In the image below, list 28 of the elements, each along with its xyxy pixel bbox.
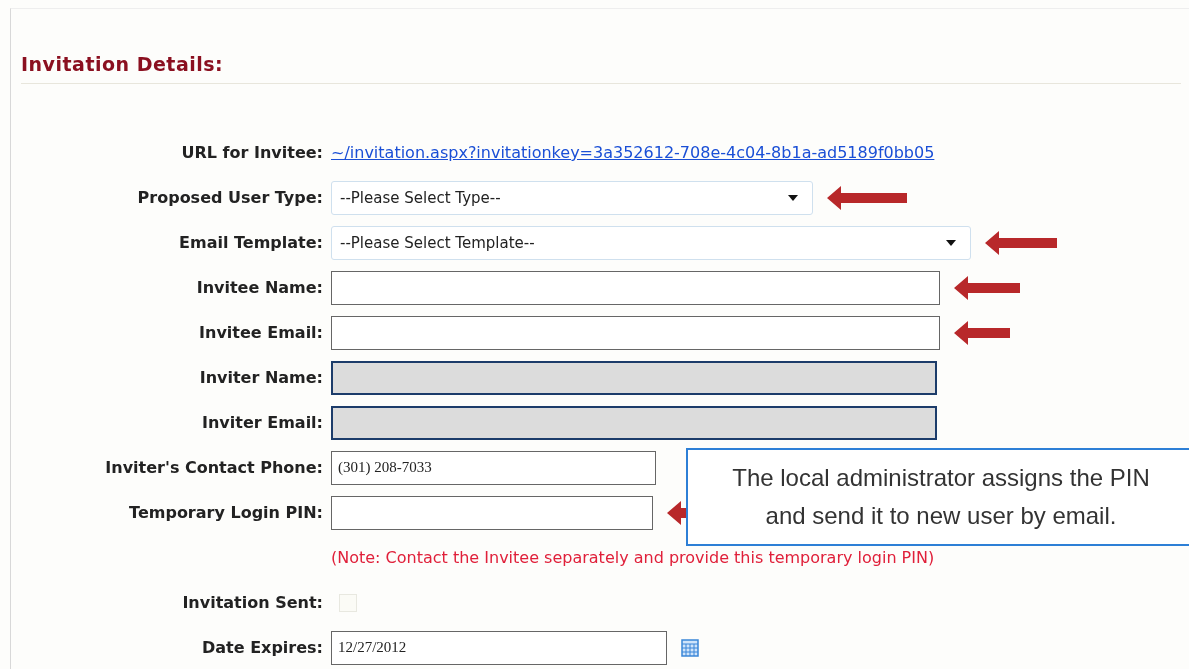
input-field[interactable] xyxy=(331,405,937,440)
note-text: (Note: Contact the Invitee separately and provide this temporary login PIN) xyxy=(331,548,936,567)
field-label: Proposed User Type: xyxy=(137,188,323,207)
input-field[interactable]: (301) 208-7033 xyxy=(331,450,656,485)
dropdown[interactable]: --Please Select Template-- xyxy=(331,225,971,260)
date-field[interactable]: 12/27/2012 xyxy=(331,630,667,665)
input-field[interactable] xyxy=(331,495,653,530)
field-label: Inviter Email: xyxy=(202,413,323,432)
field-label: Inviter Name: xyxy=(199,368,323,387)
field-label: Temporary Login PIN: xyxy=(129,503,323,522)
input-field[interactable] xyxy=(331,270,940,305)
callout-text: The local administrator assigns the PIN and send it to new user by email. xyxy=(686,448,1189,546)
field-label: Date Expires: xyxy=(202,638,323,657)
calendar-icon[interactable] xyxy=(681,638,699,657)
input-field[interactable] xyxy=(331,360,937,395)
field-label: Invitation Sent: xyxy=(182,593,323,612)
caret-icon xyxy=(946,239,956,246)
caret-icon xyxy=(788,194,798,201)
field-label: Email Template: xyxy=(179,233,323,252)
field-label: URL for Invitee: xyxy=(181,143,323,162)
section-title: Invitation Details: xyxy=(21,53,1181,84)
invitation-link[interactable]: ~/invitation.aspx?invitationkey=3a352612-708e-4c04-8b1a-ad5189f0bb05 xyxy=(331,143,935,162)
field-label: Invitee Email: xyxy=(199,323,323,342)
dropdown[interactable]: --Please Select Type-- xyxy=(331,180,813,215)
field-label: Inviter's Contact Phone: xyxy=(105,458,323,477)
checkbox[interactable] xyxy=(339,593,357,612)
input-field[interactable] xyxy=(331,315,940,350)
field-label: Invitee Name: xyxy=(196,278,323,297)
